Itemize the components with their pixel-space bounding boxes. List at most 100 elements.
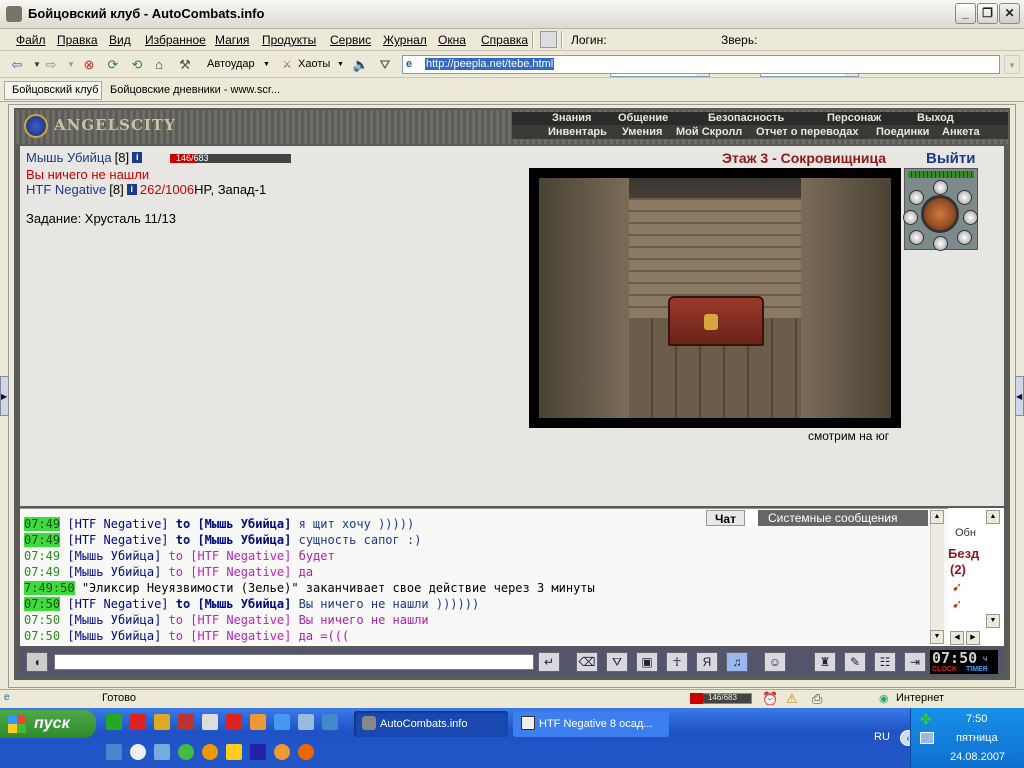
forward-icon[interactable]: ⇨	[42, 56, 60, 74]
chat-recipient[interactable]: to [HTF Negative]	[169, 629, 292, 643]
link-fightclub[interactable]: Бойцовский клуб	[12, 84, 98, 96]
firefox-icon[interactable]	[298, 744, 314, 760]
chat-timestamp[interactable]: 07:49	[24, 533, 61, 547]
chat-line[interactable]: 07:49 [Мышь Убийца] to [HTF Negative] да	[24, 564, 930, 580]
chat-line[interactable]: 07:50 [HTF Negative] to [Мышь Убийца] Вы…	[24, 596, 930, 612]
chat-timestamp[interactable]: 7:49:50	[24, 581, 75, 595]
address-url[interactable]: http://peepla.net/tebe.html	[425, 58, 555, 70]
quicklaunch-icon[interactable]	[298, 714, 314, 730]
player-name[interactable]: Мышь Убийца	[26, 150, 112, 165]
menu-view[interactable]: Вид	[109, 33, 131, 47]
side-scroll-left-icon[interactable]: ◀	[950, 631, 964, 645]
quicklaunch-icon[interactable]	[202, 744, 218, 760]
quicklaunch-icon[interactable]	[130, 714, 146, 730]
chat-timestamp[interactable]: 07:49	[24, 517, 61, 531]
menu-journal[interactable]: Журнал	[383, 33, 427, 47]
filter-icon[interactable]: ⛛	[606, 652, 628, 672]
menu-service[interactable]: Сервис	[330, 33, 371, 47]
move-left-icon[interactable]	[903, 210, 918, 225]
bottle-icon[interactable]: ♜	[814, 652, 836, 672]
ie-icon[interactable]	[274, 714, 290, 730]
menu-file[interactable]: Файл	[16, 33, 46, 47]
chat-recipient[interactable]: to [Мышь Убийца]	[176, 517, 292, 531]
link-diaries[interactable]: Бойцовские дневники - www.scr...	[110, 84, 280, 96]
language-indicator[interactable]: RU	[874, 731, 890, 743]
refresh-icon[interactable]: ⟳	[104, 56, 122, 74]
mail-icon[interactable]	[274, 744, 290, 760]
move-right-icon[interactable]	[963, 210, 978, 225]
translit-icon[interactable]: Я	[696, 652, 718, 672]
speaker-icon[interactable]: ◖	[26, 652, 48, 672]
back-icon[interactable]: ⇦	[8, 56, 26, 74]
chat-sender[interactable]: HTF Negative	[75, 533, 162, 547]
nav-security[interactable]: Безопасность	[708, 112, 784, 124]
chat-input[interactable]	[54, 654, 534, 670]
autoudar-button[interactable]: Автоудар	[207, 58, 255, 70]
media-player-icon[interactable]	[130, 744, 146, 760]
quicklaunch-icon[interactable]	[154, 714, 170, 730]
menu-edit[interactable]: Правка	[57, 33, 98, 47]
info-icon[interactable]: i	[132, 152, 143, 163]
forward-dropdown-icon[interactable]: ▼	[62, 56, 80, 74]
quicklaunch-icon[interactable]	[322, 714, 338, 730]
menu-windows[interactable]: Окна	[438, 33, 466, 47]
nav-inventory[interactable]: Инвентарь	[548, 126, 607, 138]
chat-timestamp[interactable]: 07:50	[24, 629, 60, 643]
chat-sender[interactable]: HTF Negative	[75, 597, 162, 611]
stop-icon[interactable]: ⊗	[80, 56, 98, 74]
computer-icon[interactable]: ⎙	[812, 691, 822, 707]
nav-skills[interactable]: Умения	[622, 126, 662, 138]
quicklaunch-icon[interactable]	[202, 714, 218, 730]
minimize-button[interactable]: _	[955, 3, 976, 24]
scroll-down-icon[interactable]: ▼	[930, 630, 944, 644]
chat-log[interactable]: 07:49 [HTF Negative] to [Мышь Убийца] я …	[24, 510, 930, 644]
sound-icon[interactable]: 🔈	[352, 56, 370, 74]
clock-label[interactable]: CLOCK	[932, 666, 957, 673]
compass-center[interactable]	[921, 195, 959, 233]
menu-help[interactable]: Справка	[481, 33, 528, 47]
exit-link[interactable]: Выйти	[926, 150, 975, 167]
chat-sender[interactable]: Мышь Убийца	[75, 629, 154, 643]
address-dropdown-icon[interactable]: ▼	[1004, 55, 1020, 74]
chat-recipient[interactable]: to [HTF Negative]	[169, 613, 292, 627]
chat-recipient[interactable]: to [Мышь Убийца]	[176, 533, 292, 547]
chat-sender[interactable]: Мышь Убийца	[75, 613, 154, 627]
menu-products[interactable]: Продукты	[262, 33, 316, 47]
menu-favorites[interactable]: Избранное	[145, 33, 206, 47]
exit-icon[interactable]: ⇥	[904, 652, 926, 672]
info-icon[interactable]	[250, 744, 266, 760]
move-forward-icon[interactable]	[933, 180, 948, 195]
side-scroll-right-icon[interactable]: ▶	[966, 631, 980, 645]
left-panel-toggle[interactable]: ▶	[0, 376, 9, 416]
menu-magic[interactable]: Магия	[215, 33, 249, 47]
nav-exit[interactable]: Выход	[917, 112, 954, 124]
task-autocombats[interactable]: AutoCombats.info	[354, 711, 508, 737]
nav-my-scroll[interactable]: Мой Скролл	[676, 126, 742, 138]
chat-timestamp[interactable]: 07:49	[24, 565, 60, 579]
side-scroll-down-icon[interactable]: ▼	[986, 614, 1000, 628]
tab-system-messages[interactable]: Системные сообщения	[758, 510, 928, 526]
move-back-icon[interactable]	[933, 236, 948, 251]
chat-sender[interactable]: Мышь Убийца	[75, 549, 154, 563]
eraser-icon[interactable]: ⌫	[576, 652, 598, 672]
send-icon[interactable]: ↵	[538, 652, 560, 672]
chat-line[interactable]: 7:49:50 "Эликсир Неуязвимости (Зелье)" з…	[24, 580, 930, 596]
partner-name[interactable]: HTF Negative	[26, 182, 106, 197]
chat-recipient[interactable]: to [HTF Negative]	[169, 549, 292, 563]
scroll-icon[interactable]: ✎	[844, 652, 866, 672]
quicklaunch-icon[interactable]	[226, 714, 242, 730]
chevron-down-icon[interactable]: ▼	[337, 61, 344, 68]
quicklaunch-icon[interactable]	[106, 714, 122, 730]
right-panel-toggle[interactable]: ◀	[1015, 376, 1024, 416]
task-htf-negative[interactable]: HTF Negative 8 осад...	[513, 711, 669, 737]
network-icon[interactable]	[920, 732, 934, 744]
turn-back-left-icon[interactable]	[909, 230, 924, 245]
group-icon[interactable]: ☷	[874, 652, 896, 672]
music-icon[interactable]: ♫	[726, 652, 748, 672]
user-action-icon[interactable]: ➹	[952, 597, 962, 611]
filter-icon[interactable]: ⛛	[376, 56, 394, 74]
home-icon[interactable]: ⌂	[150, 56, 168, 74]
tools-icon[interactable]: ⚒	[176, 56, 194, 74]
haoty-button[interactable]: Хаоты	[298, 58, 330, 70]
tray-time[interactable]: 7:50	[966, 713, 987, 725]
